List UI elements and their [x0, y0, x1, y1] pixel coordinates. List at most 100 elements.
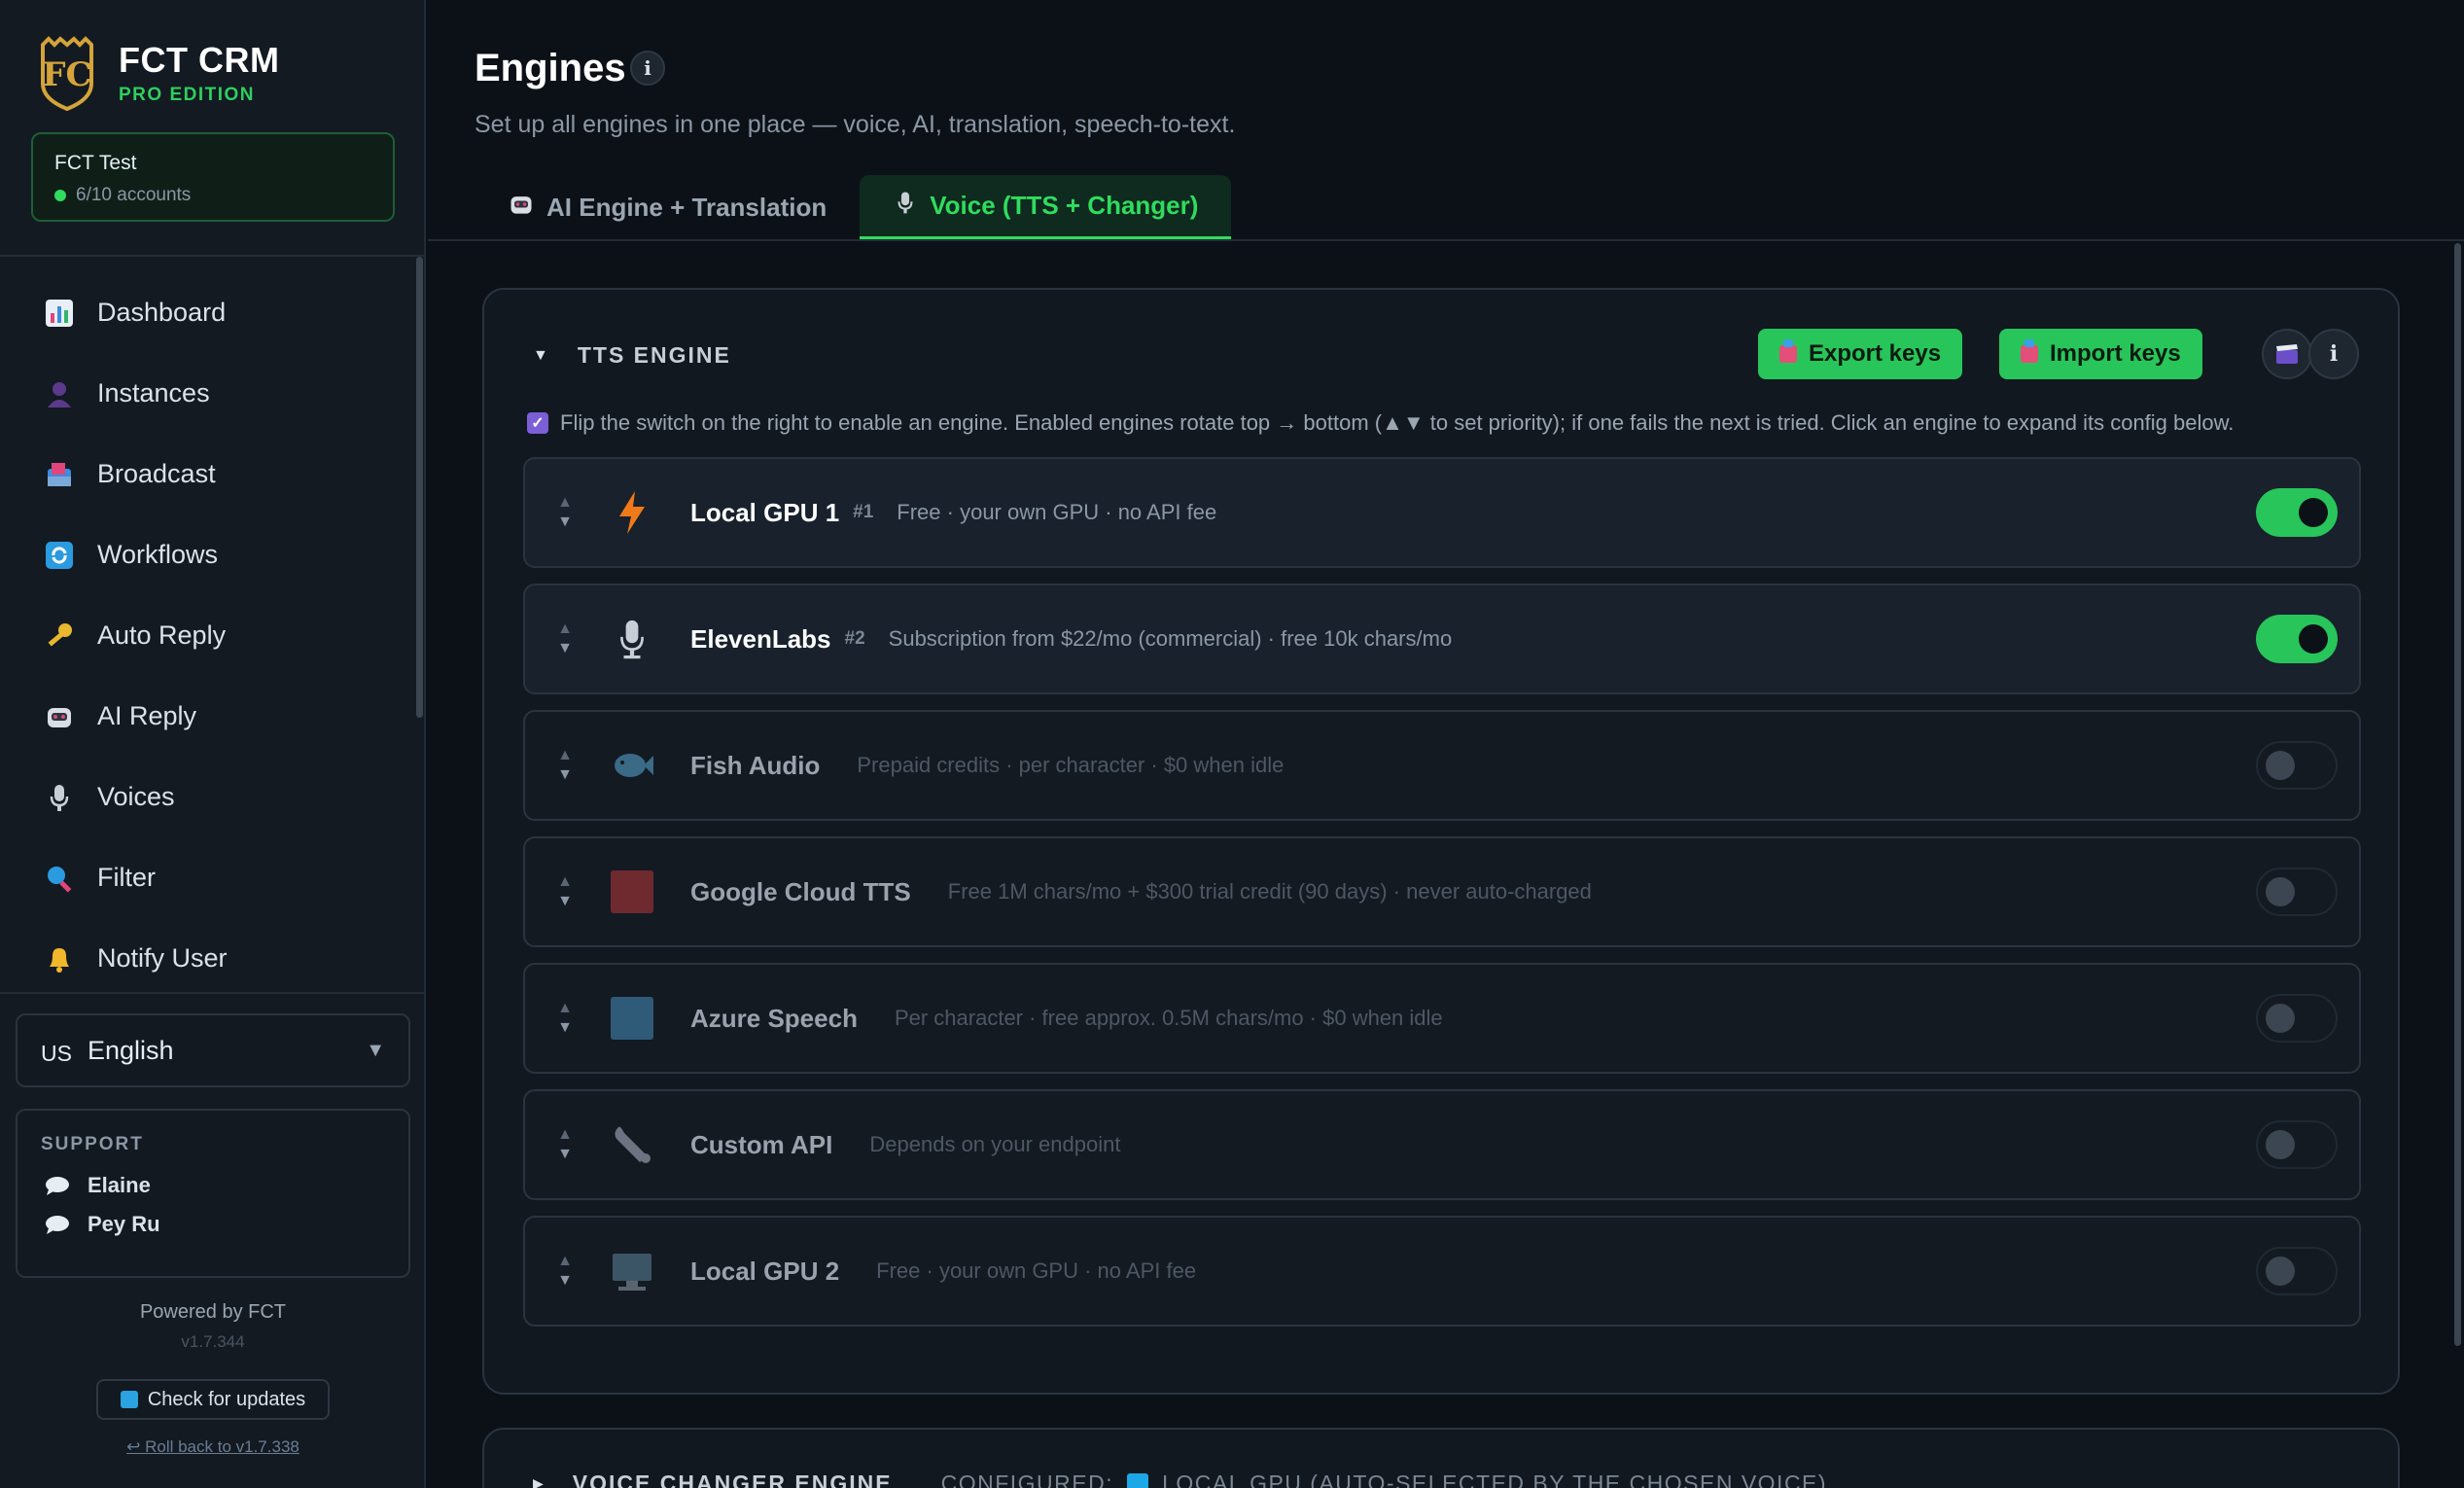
clapperboard-icon	[2276, 344, 2298, 364]
sidebar-item-dashboard[interactable]: Dashboard	[0, 272, 416, 353]
divider	[0, 255, 426, 257]
engine-row-fish-audio[interactable]: ▲ ▼ Fish Audio Prepaid credits · per char…	[523, 710, 2361, 821]
tts-panel-header[interactable]: ▼ TTS ENGINE	[533, 342, 731, 369]
divider	[428, 239, 2464, 241]
arrow-up-icon[interactable]: ▲	[557, 493, 573, 513]
check-updates-button[interactable]: Check for updates	[96, 1379, 330, 1420]
key-icon	[43, 620, 76, 653]
priority-arrows[interactable]: ▲ ▼	[539, 1125, 591, 1164]
import-keys-button[interactable]: Import keys	[1999, 329, 2202, 379]
microphone-icon	[893, 190, 918, 222]
sidebar-item-filter[interactable]: Filter	[0, 837, 416, 918]
robot-icon	[508, 191, 535, 225]
engine-tabs: AI Engine + Translation Voice (TTS + Cha…	[475, 175, 1232, 239]
sidebar-item-notify-user[interactable]: Notify User	[0, 918, 416, 999]
arrow-up-icon[interactable]: ▲	[557, 620, 573, 639]
sidebar-item-ai-reply[interactable]: AI Reply	[0, 676, 416, 757]
svg-text:FC: FC	[42, 55, 91, 94]
priority-arrows[interactable]: ▲ ▼	[539, 620, 591, 658]
engine-row-elevenlabs[interactable]: ▲ ▼ ElevenLabs #2 Subscription from $22/m…	[523, 584, 2361, 694]
priority-hint: ✓ Flip the switch on the right to enable…	[527, 410, 2234, 436]
priority-arrows[interactable]: ▲ ▼	[539, 746, 591, 785]
arrow-up-icon[interactable]: ▲	[557, 1252, 573, 1271]
red-square-icon	[609, 868, 655, 915]
support-box: SUPPORT Elaine Pey Ru	[16, 1109, 410, 1278]
panel-title: VOICE CHANGER ENGINE	[572, 1470, 893, 1488]
robot-icon	[43, 700, 76, 733]
arrow-up-icon[interactable]: ▲	[557, 746, 573, 765]
tab-voice-tts-changer[interactable]: Voice (TTS + Changer)	[860, 175, 1232, 239]
engine-toggle[interactable]	[2256, 488, 2338, 537]
export-keys-button[interactable]: Export keys	[1758, 329, 1963, 379]
engine-toggle[interactable]	[2256, 1247, 2338, 1295]
tab-ai-engine-translation[interactable]: AI Engine + Translation	[475, 175, 860, 239]
sidebar-item-workflows[interactable]: Workflows	[0, 514, 416, 595]
arrow-up-icon[interactable]: ▲	[557, 1125, 573, 1145]
arrow-down-icon[interactable]: ▼	[557, 513, 573, 532]
inbox-icon	[2021, 339, 2038, 363]
bell-icon	[43, 942, 76, 975]
arrow-up-icon[interactable]: ▲	[557, 999, 573, 1018]
sidebar-item-voices[interactable]: Voices	[0, 757, 416, 837]
refresh-icon	[43, 539, 76, 572]
engine-row-google-cloud-tts[interactable]: ▲ ▼ Google Cloud TTS Free 1M chars/mo + $…	[523, 836, 2361, 947]
engine-toggle[interactable]	[2256, 1120, 2338, 1169]
brand[interactable]: FC FCT CRM PRO EDITION	[39, 35, 279, 111]
status-dot-icon	[54, 190, 66, 201]
engine-row-azure-speech[interactable]: ▲ ▼ Azure Speech Per character · free app…	[523, 963, 2361, 1074]
speech-bubble-icon	[46, 1216, 69, 1234]
engine-row-local-gpu-1[interactable]: ▲ ▼ Local GPU 1 #1 Free · your own GPU · …	[523, 457, 2361, 568]
sidebar: FC FCT CRM PRO EDITION FCT Test 6/10 acc…	[0, 0, 426, 1488]
account-name: FCT Test	[54, 152, 137, 174]
clapperboard-button[interactable]	[2262, 329, 2312, 379]
priority-arrows[interactable]: ▲ ▼	[539, 872, 591, 911]
engine-toggle[interactable]	[2256, 868, 2338, 916]
outbox-icon	[1779, 339, 1797, 363]
sidebar-item-auto-reply[interactable]: Auto Reply	[0, 595, 416, 676]
support-contact-elaine[interactable]: Elaine	[41, 1173, 385, 1198]
arrow-down-icon[interactable]: ▼	[557, 639, 573, 658]
arrow-down-icon[interactable]: ▼	[557, 892, 573, 911]
powered-by: Powered by FCT	[139, 1301, 287, 1323]
engine-toggle[interactable]	[2256, 615, 2338, 663]
brand-edition: PRO EDITION	[119, 85, 256, 105]
fc-logo-icon: FC	[41, 36, 93, 111]
language-code: US	[41, 1040, 72, 1066]
main-scrollbar[interactable]	[2454, 243, 2461, 1346]
engine-row-custom-api[interactable]: ▲ ▼ Custom API Depends on your endpoint	[523, 1089, 2361, 1200]
divider	[0, 992, 426, 994]
arrow-down-icon[interactable]: ▼	[557, 1018, 573, 1038]
arrow-down-icon[interactable]: ▼	[557, 1271, 573, 1291]
sidebar-item-broadcast[interactable]: Broadcast	[0, 434, 416, 514]
info-icon[interactable]: i	[2308, 329, 2359, 379]
account-count: 6/10 accounts	[76, 185, 192, 205]
page-subtitle: Set up all engines in one place — voice,…	[475, 111, 1236, 138]
account-switcher[interactable]: FCT Test 6/10 accounts	[31, 132, 395, 222]
version-label: v1.7.344	[181, 1332, 245, 1351]
checkbox-icon[interactable]: ✓	[527, 412, 548, 434]
priority-arrows[interactable]: ▲ ▼	[539, 493, 591, 532]
arrow-down-icon[interactable]: ▼	[557, 765, 573, 785]
language-select[interactable]: US English ▼	[16, 1013, 410, 1087]
wrench-icon	[609, 1121, 655, 1168]
support-contact-pey-ru[interactable]: Pey Ru	[41, 1212, 385, 1237]
panel-title: TTS ENGINE	[577, 342, 731, 368]
priority-arrows[interactable]: ▲ ▼	[539, 999, 591, 1038]
arrow-down-icon[interactable]: ▼	[557, 1145, 573, 1164]
brand-name: FCT CRM	[119, 40, 280, 80]
priority-arrows[interactable]: ▲ ▼	[539, 1252, 591, 1291]
sidebar-scrollbar[interactable]	[416, 257, 423, 718]
engine-toggle[interactable]	[2256, 741, 2338, 790]
sidebar-item-instances[interactable]: Instances	[0, 353, 416, 434]
engine-toggle[interactable]	[2256, 994, 2338, 1043]
sidebar-nav: Dashboard Instances Broadcast Workflows …	[0, 272, 416, 999]
arrow-up-icon[interactable]: ▲	[557, 872, 573, 892]
info-icon[interactable]: i	[630, 51, 665, 86]
blue-square-icon	[1127, 1472, 1149, 1488]
bar-chart-icon	[43, 297, 76, 330]
rollback-link[interactable]: ↩ Roll back to v1.7.338	[0, 1437, 426, 1457]
caret-down-icon: ▼	[366, 1039, 385, 1061]
engine-row-local-gpu-2[interactable]: ▲ ▼ Local GPU 2 Free · your own GPU · no …	[523, 1216, 2361, 1327]
voice-changer-panel[interactable]: ▶ VOICE CHANGER ENGINE CONFIGURED: LOCAL…	[482, 1428, 2400, 1488]
refresh-icon	[120, 1391, 138, 1408]
